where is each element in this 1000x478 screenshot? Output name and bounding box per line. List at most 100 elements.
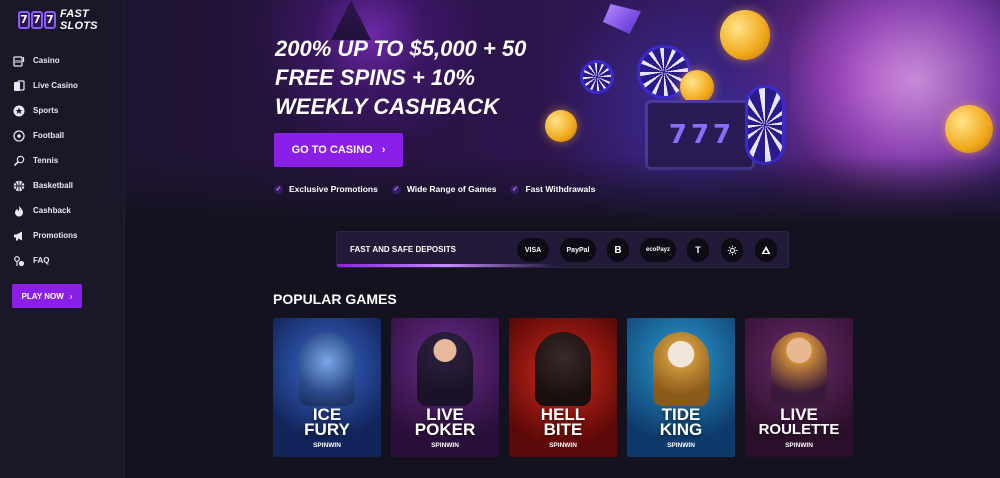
game-title-line: POKER <box>414 420 476 439</box>
help-icon <box>12 254 25 267</box>
game-artwork <box>299 332 355 406</box>
game-card-hell-bite[interactable]: HELL BITE SPINWIN <box>509 318 617 457</box>
megaphone-icon <box>12 229 25 242</box>
ecopayz-icon: ecoPayz <box>640 238 676 262</box>
hero-banner: 7 7 7 200% UP TO $5,000 + 50 FREE SPINS … <box>125 0 1000 225</box>
feature-item: ✓ Fast Withdrawals <box>510 184 595 194</box>
slot-reel: 7 <box>690 120 710 150</box>
game-provider: SPINWIN <box>667 442 695 449</box>
sidebar-item-label: Cashback <box>33 206 71 215</box>
sidebar-item-label: FAQ <box>33 256 50 265</box>
sidebar-item-label: Tennis <box>33 156 59 165</box>
basketball-icon <box>12 179 25 192</box>
sidebar-nav: Casino Live Casino Sports Football Tenni… <box>12 48 78 273</box>
tether-icon: T <box>687 238 709 262</box>
play-now-button[interactable]: PLAY NOW › <box>12 284 82 308</box>
game-provider: SPINWIN <box>431 442 459 449</box>
payment-label: B <box>614 244 622 256</box>
sidebar-item-live-casino[interactable]: Live Casino <box>12 73 78 98</box>
deposit-methods-bar: FAST AND SAFE DEPOSITS VISA PayPal B eco… <box>336 231 789 268</box>
game-title: HELL BITE <box>509 406 617 439</box>
game-card-tide-king[interactable]: TIDE KING SPINWIN <box>627 318 735 457</box>
sidebar-item-label: Live Casino <box>33 81 78 90</box>
sidebar-item-tennis[interactable]: Tennis <box>12 148 78 173</box>
logo-text: FAST SLOTS <box>60 8 98 32</box>
game-title-line: ROULETTE <box>758 421 840 438</box>
game-title-line: BITE <box>543 420 583 439</box>
sidebar-item-cashback[interactable]: Cashback <box>12 198 78 223</box>
chevron-right-icon: › <box>69 291 73 301</box>
sidebar-item-label: Promotions <box>33 231 78 240</box>
popular-games-title: POPULAR GAMES <box>273 291 397 307</box>
go-to-casino-label: GO TO CASINO <box>291 144 373 156</box>
sidebar-item-sports[interactable]: Sports <box>12 98 78 123</box>
app: 7 7 7 FAST SLOTS Casino Live Casino Spor… <box>0 0 1000 478</box>
go-to-casino-button[interactable]: GO TO CASINO › <box>274 133 403 167</box>
sidebar-item-label: Basketball <box>33 181 74 190</box>
game-title: ICE FURY <box>273 406 381 439</box>
check-icon: ✓ <box>274 184 283 194</box>
game-card-live-roulette[interactable]: LIVE ROULETTE SPINWIN <box>745 318 853 457</box>
soccer-ball-icon <box>12 129 25 142</box>
hero-title-line: WEEKLY CASHBACK <box>275 94 500 119</box>
gem-decoration <box>603 4 641 34</box>
game-card-live-poker[interactable]: LIVE POKER SPINWIN <box>391 318 499 457</box>
gold-coin-decoration <box>680 70 714 104</box>
game-artwork <box>771 332 827 406</box>
deposit-label: FAST AND SAFE DEPOSITS <box>350 245 456 254</box>
game-artwork <box>653 332 709 406</box>
game-title: LIVE ROULETTE <box>745 405 853 438</box>
check-icon: ✓ <box>510 184 520 194</box>
sidebar-item-promotions[interactable]: Promotions <box>12 223 78 248</box>
feature-item: ✓ Wide Range of Games <box>391 184 497 194</box>
poker-chip-decoration <box>580 60 614 94</box>
poker-chip-decoration <box>745 85 785 165</box>
game-title: LIVE POKER <box>391 406 499 439</box>
game-card-ice-fury[interactable]: ICE FURY SPINWIN <box>273 318 381 457</box>
payment-label: T <box>695 245 701 255</box>
game-title-line: LIVE <box>780 405 818 424</box>
hero-title-line: FREE SPINS + 10% <box>275 65 475 90</box>
sidebar-item-football[interactable]: Football <box>12 123 78 148</box>
game-provider: SPINWIN <box>785 442 813 449</box>
star-badge-icon <box>12 104 25 117</box>
logo[interactable]: 7 7 7 FAST SLOTS <box>18 8 124 32</box>
gold-coin-decoration <box>945 105 993 153</box>
visa-icon: VISA <box>517 238 549 262</box>
play-now-label: PLAY NOW <box>21 291 64 301</box>
slot-reel: 7 <box>668 120 687 150</box>
cards-icon <box>12 79 25 92</box>
logo-mark: 7 7 7 <box>18 11 56 29</box>
game-title: TIDE KING <box>627 406 735 439</box>
sidebar-item-label: Football <box>33 131 65 140</box>
feature-label: Wide Range of Games <box>406 184 497 194</box>
feature-list: ✓ Exclusive Promotions ✓ Wide Range of G… <box>274 184 595 194</box>
flame-icon <box>12 204 25 217</box>
tennis-racket-icon <box>12 154 25 167</box>
sidebar-item-label: Sports <box>33 106 59 115</box>
popular-games-list: ICE FURY SPINWIN LIVE POKER SPINWIN HELL… <box>273 318 853 457</box>
slot-reel: 7 <box>713 120 732 150</box>
game-artwork <box>417 332 473 406</box>
feature-item: ✓ Exclusive Promotions <box>274 184 378 194</box>
game-provider: SPINWIN <box>313 442 341 449</box>
payment-label: VISA <box>524 246 542 254</box>
sidebar-item-basketball[interactable]: Basketball <box>12 173 78 198</box>
game-title-line: KING <box>659 420 703 439</box>
hero-title-line: 200% UP TO $5,000 + 50 <box>275 36 527 61</box>
game-title-line: FURY <box>304 420 350 439</box>
logo-digit: 7 <box>18 11 30 29</box>
sidebar-item-faq[interactable]: FAQ <box>12 248 78 273</box>
payment-label: ecoPayz <box>645 247 670 253</box>
sidebar-item-casino[interactable]: Casino <box>12 48 78 73</box>
hero-title: 200% UP TO $5,000 + 50 FREE SPINS + 10% … <box>275 34 575 121</box>
tron-icon <box>755 238 777 262</box>
payment-label: PayPal <box>566 246 590 254</box>
slot-machine-icon <box>12 54 25 67</box>
feature-label: Fast Withdrawals <box>525 184 596 194</box>
chevron-right-icon: › <box>381 144 386 156</box>
check-icon: ✓ <box>391 184 401 194</box>
gold-coin-decoration <box>720 10 770 60</box>
game-provider: SPINWIN <box>549 442 577 449</box>
sidebar-item-label: Casino <box>33 56 60 65</box>
